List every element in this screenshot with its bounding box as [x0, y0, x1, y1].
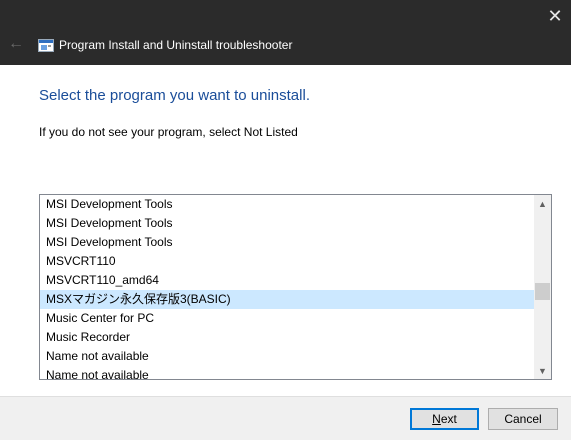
- scroll-down-button[interactable]: ▼: [534, 362, 551, 379]
- cancel-button[interactable]: Cancel: [488, 408, 558, 430]
- program-list-item[interactable]: MSXマガジン永久保存版3(BASIC): [40, 290, 534, 309]
- next-label: ext: [440, 412, 457, 426]
- close-icon: ✕: [547, 5, 563, 26]
- program-list: MSI Development Tools MSI Development Too…: [40, 195, 534, 379]
- program-list-item[interactable]: MSVCRT110_amd64: [40, 271, 534, 290]
- program-list-item[interactable]: Name not available: [40, 366, 534, 379]
- next-button[interactable]: Next: [410, 408, 479, 430]
- troubleshooter-app-icon: [38, 39, 54, 52]
- chevron-up-icon: ▲: [538, 198, 547, 209]
- chevron-down-icon: ▼: [538, 365, 547, 376]
- back-arrow-icon: ←: [8, 35, 24, 52]
- back-button[interactable]: ←: [6, 34, 26, 54]
- program-list-item[interactable]: MSI Development Tools: [40, 214, 534, 233]
- program-list-item[interactable]: Music Center for PC: [40, 309, 534, 328]
- scroll-thumb[interactable]: [535, 283, 550, 300]
- next-accelerator: N: [432, 412, 441, 426]
- program-list-item[interactable]: Name not available: [40, 347, 534, 366]
- scroll-up-button[interactable]: ▲: [534, 195, 551, 212]
- page-heading: Select the program you want to uninstall…: [39, 87, 310, 104]
- program-list-item[interactable]: MSI Development Tools: [40, 195, 534, 214]
- dialog-footer: Next Cancel: [0, 396, 571, 440]
- program-list-item[interactable]: MSI Development Tools: [40, 233, 534, 252]
- title-bar: ✕ ← Program Install and Uninstall troubl…: [0, 0, 571, 65]
- instruction-text: If you do not see your program, select N…: [39, 125, 298, 139]
- program-listbox[interactable]: MSI Development Tools MSI Development Too…: [39, 194, 552, 380]
- program-list-item[interactable]: Music Recorder: [40, 328, 534, 347]
- vertical-scrollbar[interactable]: ▲ ▼: [534, 195, 551, 379]
- window-title: Program Install and Uninstall troublesho…: [59, 38, 293, 52]
- close-button[interactable]: ✕: [539, 0, 571, 32]
- program-list-item[interactable]: MSVCRT110: [40, 252, 534, 271]
